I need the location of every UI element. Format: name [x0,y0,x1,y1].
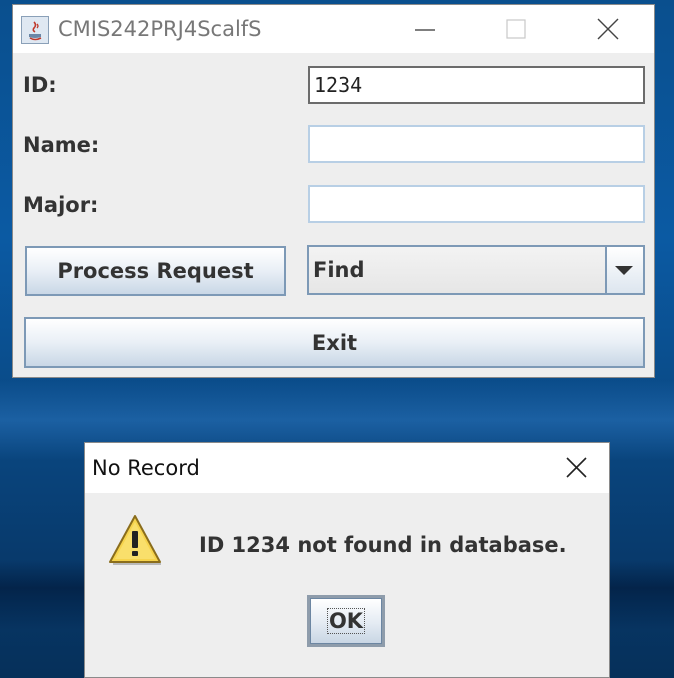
exit-label: Exit [311,330,358,355]
java-app-icon [21,16,49,44]
name-label: Name: [23,133,100,157]
ok-label: OK [326,608,366,634]
id-field[interactable] [308,66,645,104]
dialog-title: No Record [92,456,200,480]
ok-button[interactable]: OK [307,595,385,647]
exit-button[interactable]: Exit [24,317,645,368]
action-dropdown-value: Find [313,258,365,282]
dialog-title-bar[interactable]: No Record [85,443,609,493]
major-label: Major: [23,193,99,217]
ok-button-face[interactable]: OK [310,598,382,644]
process-request-button[interactable]: Process Request [25,246,286,296]
action-dropdown[interactable]: Find [307,245,645,295]
dialog-message: ID 1234 not found in database. [199,533,567,557]
window-title: CMIS242PRJ4ScalfS [58,17,262,41]
dialog-close-button[interactable] [551,443,601,493]
major-field[interactable] [308,185,645,223]
minimize-button[interactable] [401,5,447,53]
title-bar[interactable]: CMIS242PRJ4ScalfS [13,5,654,53]
id-label: ID: [23,73,57,97]
close-window-button[interactable] [584,5,630,53]
main-window: CMIS242PRJ4ScalfS ID: Name: Major: Proce… [12,4,655,378]
maximize-button[interactable] [493,5,539,53]
no-record-dialog: No Record ID 1234 not found in database.… [84,442,610,678]
name-field[interactable] [308,125,645,163]
process-request-label: Process Request [57,259,254,283]
warning-icon [107,513,163,567]
dropdown-arrow-icon[interactable] [605,247,643,293]
